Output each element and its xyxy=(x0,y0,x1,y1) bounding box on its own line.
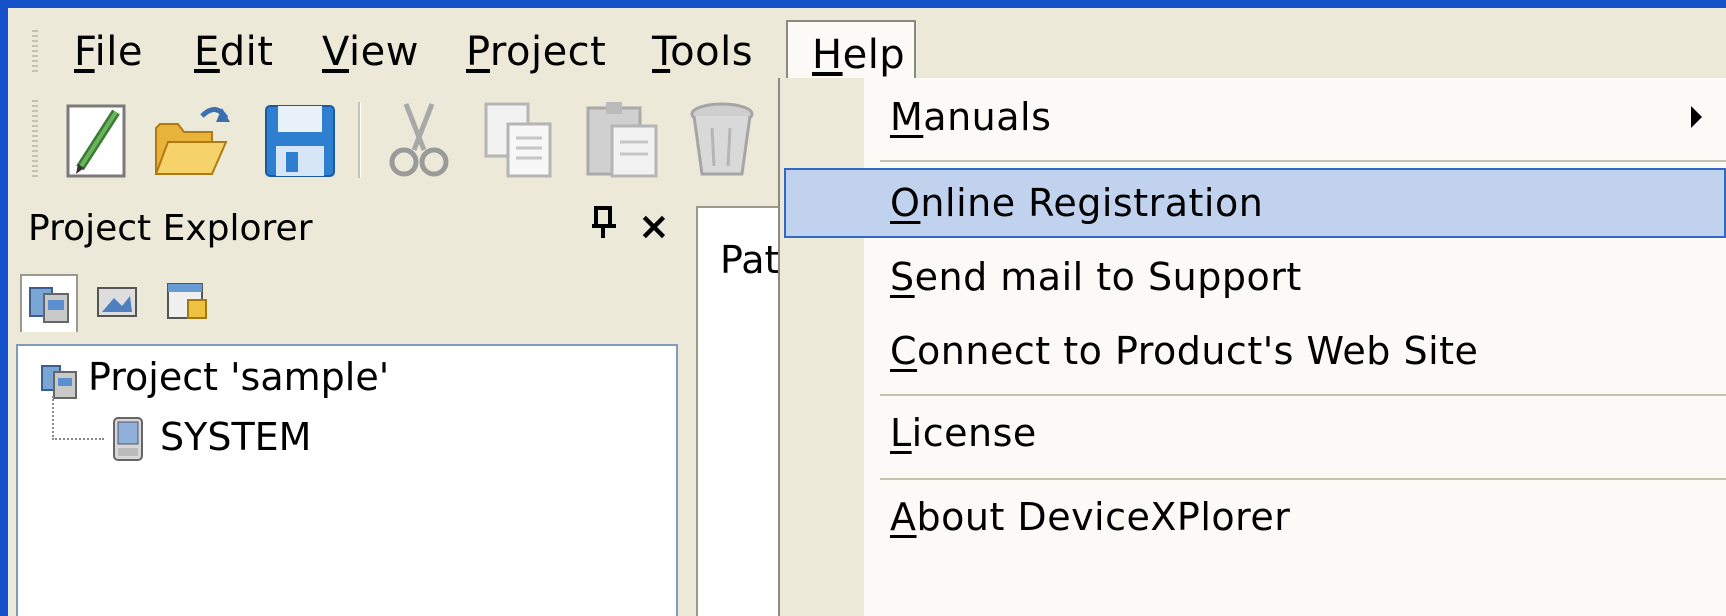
submenu-arrow-icon xyxy=(1691,106,1702,128)
project-explorer-title: Project Explorer xyxy=(28,208,313,249)
menu-bar: File Edit View Project Tools Help xyxy=(8,8,1726,86)
save-button[interactable] xyxy=(260,98,342,182)
menu-tools-label: ools xyxy=(670,29,754,75)
menu-project-accel: P xyxy=(466,29,490,75)
menu-item-about[interactable]: About DeviceXPlorer xyxy=(784,482,1726,552)
menu-view[interactable]: View xyxy=(322,24,419,80)
menu-help-label: elp xyxy=(842,32,906,78)
menu-view-label: iew xyxy=(348,29,419,75)
new-icon xyxy=(66,104,126,178)
tab-screen-view[interactable] xyxy=(90,274,148,332)
project-node-icon xyxy=(41,364,77,399)
menu-help-accel: H xyxy=(812,32,843,78)
menu-separator xyxy=(880,160,1726,162)
tree-item-project-label: Project 'sample' xyxy=(88,355,390,399)
menu-item-manuals[interactable]: Manuals xyxy=(784,82,1726,152)
tree-item-system[interactable]: SYSTEM xyxy=(106,412,311,462)
menu-separator xyxy=(880,394,1726,396)
close-icon[interactable]: × xyxy=(638,204,670,248)
open-folder-icon xyxy=(154,107,230,175)
tree-connector xyxy=(52,396,54,440)
menu-help[interactable]: Help xyxy=(786,20,916,86)
menu-item-about-label: About DeviceXPlorer xyxy=(890,495,1291,539)
cut-button[interactable] xyxy=(378,98,460,182)
paste-icon xyxy=(586,102,658,178)
new-button[interactable] xyxy=(58,98,140,182)
menu-item-send-mail-label: Send mail to Support xyxy=(890,255,1302,299)
tree-item-project[interactable]: Project 'sample' xyxy=(38,352,389,402)
menu-tools[interactable]: Tools xyxy=(652,24,753,80)
menubar-grip[interactable] xyxy=(32,30,38,72)
toolbar-grip[interactable] xyxy=(32,100,38,180)
device-icon xyxy=(113,416,143,461)
menu-edit-accel: E xyxy=(194,29,220,75)
save-icon xyxy=(265,105,335,177)
menu-item-license-label: License xyxy=(890,411,1037,455)
menu-edit[interactable]: Edit xyxy=(194,24,273,80)
menu-item-product-web-site[interactable]: Connect to Product's Web Site xyxy=(784,316,1726,386)
menu-view-accel: V xyxy=(322,29,349,75)
cut-icon xyxy=(389,103,449,177)
paste-button[interactable] xyxy=(582,98,664,182)
data-grid-icon xyxy=(167,283,207,319)
delete-button[interactable] xyxy=(684,98,766,182)
pin-icon[interactable] xyxy=(590,206,618,249)
tree-connector xyxy=(52,438,104,440)
help-menu-dropdown: Manuals Online Registration Send mail to… xyxy=(778,78,1726,616)
delete-icon xyxy=(690,102,754,176)
menu-item-license[interactable]: License xyxy=(784,398,1726,468)
copy-button[interactable] xyxy=(478,98,560,182)
project-tree: Project 'sample' SYSTEM xyxy=(16,344,678,616)
toolbar-separator xyxy=(358,102,361,178)
tab-project-view[interactable] xyxy=(20,274,78,332)
project-explorer-tabs xyxy=(16,268,676,338)
tree-item-system-label: SYSTEM xyxy=(160,415,312,459)
menu-project[interactable]: Project xyxy=(466,24,606,80)
menu-file-label: ile xyxy=(94,29,143,75)
menu-project-label: roject xyxy=(489,29,607,75)
menu-item-online-registration[interactable]: Online Registration xyxy=(784,168,1726,238)
screen-icon xyxy=(97,287,137,317)
project-tree-icon xyxy=(29,287,69,323)
menu-file[interactable]: File xyxy=(74,24,143,80)
copy-icon xyxy=(484,102,552,178)
menu-separator xyxy=(880,478,1726,480)
open-button[interactable] xyxy=(150,98,232,182)
menu-item-send-mail[interactable]: Send mail to Support xyxy=(784,242,1726,312)
menu-file-accel: F xyxy=(74,29,95,75)
project-explorer-panel: Project Explorer × Project 'sample' SYST… xyxy=(8,198,686,616)
menu-item-online-registration-label: Online Registration xyxy=(890,181,1264,225)
menu-edit-label: dit xyxy=(219,29,274,75)
tab-data-view[interactable] xyxy=(160,274,218,332)
menu-item-manuals-label: Manuals xyxy=(890,95,1052,139)
menu-tools-accel: T xyxy=(652,29,671,75)
menu-item-product-web-site-label: Connect to Product's Web Site xyxy=(890,329,1479,373)
